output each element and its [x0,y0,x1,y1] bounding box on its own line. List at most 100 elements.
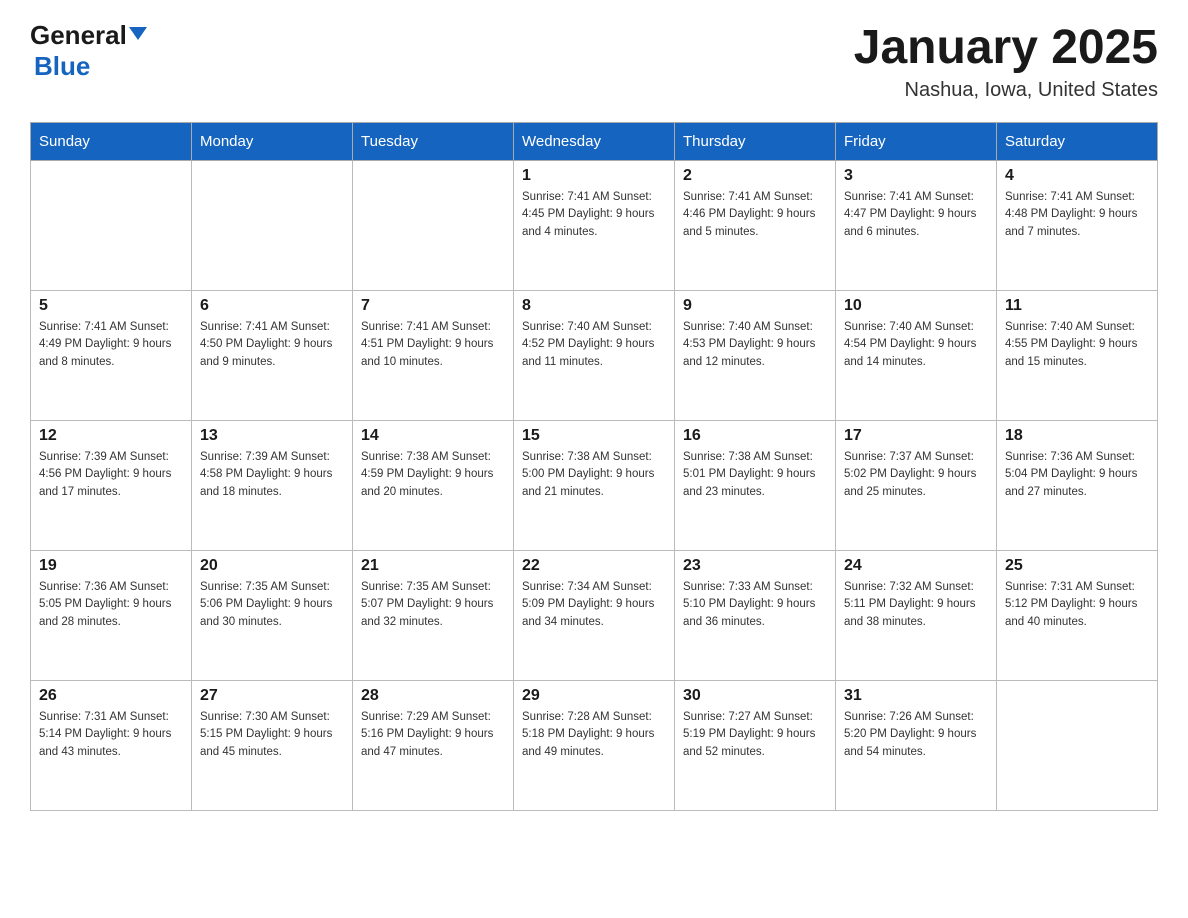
day-number-1: 1 [522,167,666,185]
calendar-cell-w1-d6: 3 Sunrise: 7:41 AM Sunset: 4:47 PM Daylig… [836,161,997,291]
day-number-27: 27 [200,687,344,705]
calendar-cell-w2-d4: 8 Sunrise: 7:40 AM Sunset: 4:52 PM Daylig… [514,291,675,421]
header-thursday: Thursday [675,123,836,161]
calendar-cell-w2-d7: 11Sunrise: 7:40 AM Sunset: 4:55 PM Dayli… [997,291,1158,421]
header-saturday: Saturday [997,123,1158,161]
day-number-26: 26 [39,687,183,705]
day-number-11: 11 [1005,297,1149,315]
day-info-17: Sunrise: 7:37 AM Sunset: 5:02 PM Dayligh… [844,449,988,501]
day-number-17: 17 [844,427,988,445]
calendar-week-2: 5 Sunrise: 7:41 AM Sunset: 4:49 PM Daylig… [31,291,1158,421]
day-info-14: Sunrise: 7:38 AM Sunset: 4:59 PM Dayligh… [361,449,505,501]
calendar-cell-w4-d4: 22 Sunrise: 7:34 AM Sunset: 5:09 PM Dayli… [514,551,675,681]
calendar-cell-w3-d4: 15 Sunrise: 7:38 AM Sunset: 5:00 PM Dayli… [514,421,675,551]
day-number-20: 20 [200,557,344,575]
calendar-cell-w4-d7: 25Sunrise: 7:31 AM Sunset: 5:12 PM Dayli… [997,551,1158,681]
calendar-cell-w4-d5: 23Sunrise: 7:33 AM Sunset: 5:10 PM Dayli… [675,551,836,681]
day-number-6: 6 [200,297,344,315]
logo: General Blue [30,20,147,82]
day-info-25: Sunrise: 7:31 AM Sunset: 5:12 PM Dayligh… [1005,579,1149,631]
day-number-3: 3 [844,167,988,185]
day-info-29: Sunrise: 7:28 AM Sunset: 5:18 PM Dayligh… [522,709,666,761]
day-info-2: Sunrise: 7:41 AM Sunset: 4:46 PM Dayligh… [683,189,827,241]
day-info-23: Sunrise: 7:33 AM Sunset: 5:10 PM Dayligh… [683,579,827,631]
day-number-16: 16 [683,427,827,445]
calendar-cell-w5-d4: 29 Sunrise: 7:28 AM Sunset: 5:18 PM Dayli… [514,681,675,811]
header-tuesday: Tuesday [353,123,514,161]
calendar-cell-w2-d6: 10Sunrise: 7:40 AM Sunset: 4:54 PM Dayli… [836,291,997,421]
title-block: January 2025 Nashua, Iowa, United States [854,20,1158,102]
calendar-cell-w1-d2 [192,161,353,291]
day-info-15: Sunrise: 7:38 AM Sunset: 5:00 PM Dayligh… [522,449,666,501]
day-number-29: 29 [522,687,666,705]
calendar-cell-w2-d3: 7Sunrise: 7:41 AM Sunset: 4:51 PM Daylig… [353,291,514,421]
calendar-cell-w2-d5: 9 Sunrise: 7:40 AM Sunset: 4:53 PM Daylig… [675,291,836,421]
logo-general: General [30,20,147,51]
day-info-31: Sunrise: 7:26 AM Sunset: 5:20 PM Dayligh… [844,709,988,761]
calendar-week-3: 12Sunrise: 7:39 AM Sunset: 4:56 PM Dayli… [31,421,1158,551]
day-number-13: 13 [200,427,344,445]
calendar-cell-w5-d1: 26 Sunrise: 7:31 AM Sunset: 5:14 PM Dayli… [31,681,192,811]
day-info-5: Sunrise: 7:41 AM Sunset: 4:49 PM Dayligh… [39,319,183,371]
calendar-cell-w1-d5: 2Sunrise: 7:41 AM Sunset: 4:46 PM Daylig… [675,161,836,291]
day-info-27: Sunrise: 7:30 AM Sunset: 5:15 PM Dayligh… [200,709,344,761]
day-number-24: 24 [844,557,988,575]
calendar-week-5: 26 Sunrise: 7:31 AM Sunset: 5:14 PM Dayli… [31,681,1158,811]
day-info-20: Sunrise: 7:35 AM Sunset: 5:06 PM Dayligh… [200,579,344,631]
day-info-21: Sunrise: 7:35 AM Sunset: 5:07 PM Dayligh… [361,579,505,631]
calendar-cell-w3-d5: 16 Sunrise: 7:38 AM Sunset: 5:01 PM Dayli… [675,421,836,551]
day-info-22: Sunrise: 7:34 AM Sunset: 5:09 PM Dayligh… [522,579,666,631]
day-info-18: Sunrise: 7:36 AM Sunset: 5:04 PM Dayligh… [1005,449,1149,501]
calendar-table: Sunday Monday Tuesday Wednesday Thursday… [30,122,1158,811]
calendar-cell-w4-d2: 20 Sunrise: 7:35 AM Sunset: 5:06 PM Dayli… [192,551,353,681]
day-info-28: Sunrise: 7:29 AM Sunset: 5:16 PM Dayligh… [361,709,505,761]
day-info-12: Sunrise: 7:39 AM Sunset: 4:56 PM Dayligh… [39,449,183,501]
calendar-cell-w3-d7: 18 Sunrise: 7:36 AM Sunset: 5:04 PM Dayli… [997,421,1158,551]
header-monday: Monday [192,123,353,161]
day-info-9: Sunrise: 7:40 AM Sunset: 4:53 PM Dayligh… [683,319,827,371]
day-info-19: Sunrise: 7:36 AM Sunset: 5:05 PM Dayligh… [39,579,183,631]
day-number-14: 14 [361,427,505,445]
calendar-cell-w2-d2: 6Sunrise: 7:41 AM Sunset: 4:50 PM Daylig… [192,291,353,421]
calendar-cell-w5-d6: 31 Sunrise: 7:26 AM Sunset: 5:20 PM Dayli… [836,681,997,811]
day-number-30: 30 [683,687,827,705]
day-info-16: Sunrise: 7:38 AM Sunset: 5:01 PM Dayligh… [683,449,827,501]
calendar-week-1: 1 Sunrise: 7:41 AM Sunset: 4:45 PM Daylig… [31,161,1158,291]
calendar-cell-w5-d5: 30 Sunrise: 7:27 AM Sunset: 5:19 PM Dayli… [675,681,836,811]
day-info-3: Sunrise: 7:41 AM Sunset: 4:47 PM Dayligh… [844,189,988,241]
day-number-15: 15 [522,427,666,445]
month-title: January 2025 [854,20,1158,75]
calendar-cell-w3-d6: 17 Sunrise: 7:37 AM Sunset: 5:02 PM Dayli… [836,421,997,551]
calendar-week-4: 19 Sunrise: 7:36 AM Sunset: 5:05 PM Dayli… [31,551,1158,681]
day-info-13: Sunrise: 7:39 AM Sunset: 4:58 PM Dayligh… [200,449,344,501]
location: Nashua, Iowa, United States [854,79,1158,102]
day-info-10: Sunrise: 7:40 AM Sunset: 4:54 PM Dayligh… [844,319,988,371]
day-info-8: Sunrise: 7:40 AM Sunset: 4:52 PM Dayligh… [522,319,666,371]
day-info-7: Sunrise: 7:41 AM Sunset: 4:51 PM Dayligh… [361,319,505,371]
day-number-18: 18 [1005,427,1149,445]
day-number-31: 31 [844,687,988,705]
day-number-21: 21 [361,557,505,575]
header-wednesday: Wednesday [514,123,675,161]
header-sunday: Sunday [31,123,192,161]
calendar-cell-w1-d1 [31,161,192,291]
day-number-4: 4 [1005,167,1149,185]
logo-arrow-icon [129,27,147,40]
day-number-19: 19 [39,557,183,575]
day-info-26: Sunrise: 7:31 AM Sunset: 5:14 PM Dayligh… [39,709,183,761]
calendar-cell-w4-d1: 19 Sunrise: 7:36 AM Sunset: 5:05 PM Dayli… [31,551,192,681]
header-friday: Friday [836,123,997,161]
day-number-22: 22 [522,557,666,575]
day-number-8: 8 [522,297,666,315]
calendar-cell-w1-d7: 4Sunrise: 7:41 AM Sunset: 4:48 PM Daylig… [997,161,1158,291]
day-info-1: Sunrise: 7:41 AM Sunset: 4:45 PM Dayligh… [522,189,666,241]
day-info-30: Sunrise: 7:27 AM Sunset: 5:19 PM Dayligh… [683,709,827,761]
day-number-28: 28 [361,687,505,705]
day-number-9: 9 [683,297,827,315]
calendar-cell-w5-d2: 27 Sunrise: 7:30 AM Sunset: 5:15 PM Dayli… [192,681,353,811]
calendar-header-row: Sunday Monday Tuesday Wednesday Thursday… [31,123,1158,161]
calendar-cell-w3-d2: 13 Sunrise: 7:39 AM Sunset: 4:58 PM Dayli… [192,421,353,551]
page-header: General Blue January 2025 Nashua, Iowa, … [30,20,1158,102]
day-number-5: 5 [39,297,183,315]
calendar-cell-w5-d3: 28 Sunrise: 7:29 AM Sunset: 5:16 PM Dayli… [353,681,514,811]
